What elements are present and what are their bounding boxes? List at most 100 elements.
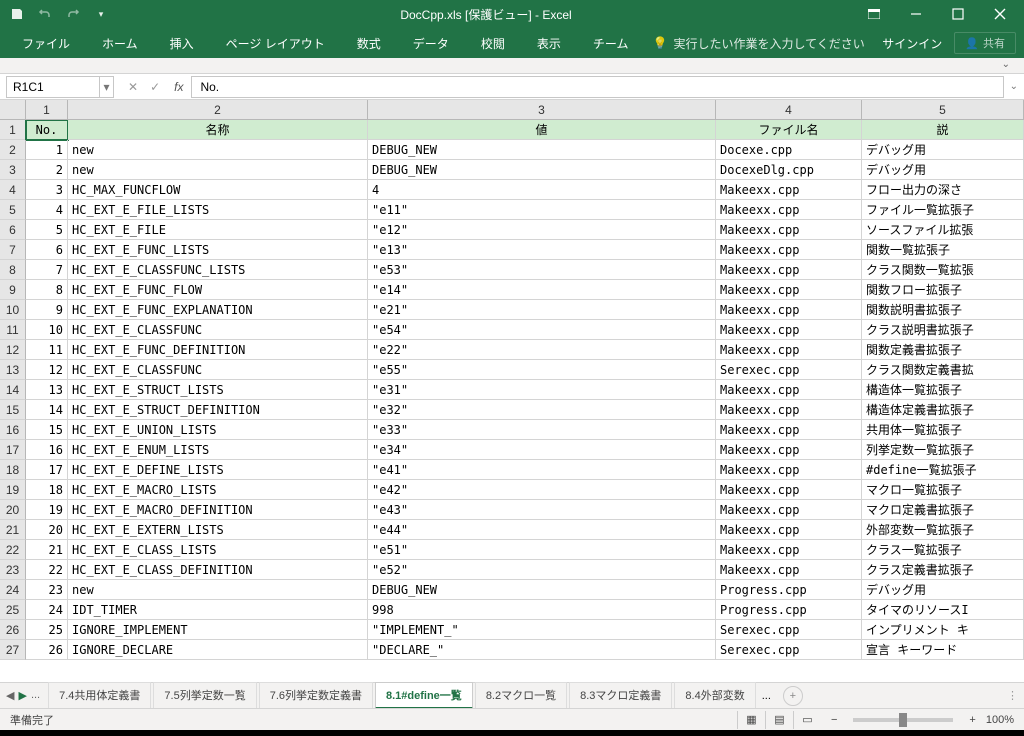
row-header[interactable]: 19 — [0, 480, 26, 500]
cell[interactable]: 16 — [26, 440, 68, 460]
cell[interactable]: Makeexx.cpp — [716, 540, 862, 560]
cell[interactable]: Makeexx.cpp — [716, 520, 862, 540]
cell[interactable]: HC_EXT_E_EXTERN_LISTS — [68, 520, 368, 540]
cell[interactable]: HC_EXT_E_CLASS_LISTS — [68, 540, 368, 560]
cell[interactable]: HC_EXT_E_FILE_LISTS — [68, 200, 368, 220]
cell[interactable]: "e44" — [368, 520, 716, 540]
tab-review[interactable]: 校閲 — [467, 29, 519, 58]
cell[interactable]: IGNORE_DECLARE — [68, 640, 368, 660]
tab-home[interactable]: ホーム — [88, 29, 152, 58]
cell[interactable]: Makeexx.cpp — [716, 400, 862, 420]
row-header[interactable]: 22 — [0, 540, 26, 560]
cell[interactable]: フロー出力の深さ — [862, 180, 1024, 200]
cell[interactable]: 13 — [26, 380, 68, 400]
row-header[interactable]: 2 — [0, 140, 26, 160]
cell[interactable]: 20 — [26, 520, 68, 540]
tab-insert[interactable]: 挿入 — [156, 29, 208, 58]
cell[interactable]: HC_EXT_E_CLASSFUNC_LISTS — [68, 260, 368, 280]
cell[interactable]: ファイル一覧拡張子 — [862, 200, 1024, 220]
cell[interactable]: Progress.cpp — [716, 580, 862, 600]
cell[interactable]: 関数フロー拡張子 — [862, 280, 1024, 300]
cell[interactable]: 10 — [26, 320, 68, 340]
cell[interactable]: #define一覧拡張子 — [862, 460, 1024, 480]
cell[interactable]: "e13" — [368, 240, 716, 260]
cell[interactable]: 名称 — [68, 120, 368, 140]
cell[interactable]: "e22" — [368, 340, 716, 360]
formula-input[interactable]: No. — [191, 76, 1004, 98]
cell[interactable]: Progress.cpp — [716, 600, 862, 620]
cell[interactable]: マクロ定義書拡張子 — [862, 500, 1024, 520]
col-header[interactable]: 5 — [862, 100, 1024, 119]
cell[interactable]: マクロ一覧拡張子 — [862, 480, 1024, 500]
cell[interactable]: 2 — [26, 160, 68, 180]
cell[interactable]: HC_EXT_E_DEFINE_LISTS — [68, 460, 368, 480]
cell[interactable]: HC_EXT_E_FUNC_LISTS — [68, 240, 368, 260]
row-header[interactable]: 27 — [0, 640, 26, 660]
cell[interactable]: IDT_TIMER — [68, 600, 368, 620]
cell[interactable]: Makeexx.cpp — [716, 180, 862, 200]
cell[interactable]: Makeexx.cpp — [716, 240, 862, 260]
cell[interactable]: Makeexx.cpp — [716, 560, 862, 580]
cell[interactable]: Makeexx.cpp — [716, 280, 862, 300]
tab-scroll-left-icon[interactable]: ◀ — [6, 689, 14, 702]
formula-expand-icon[interactable]: ⌄ — [1010, 81, 1018, 92]
row-header[interactable]: 10 — [0, 300, 26, 320]
cell[interactable]: インプリメント キ — [862, 620, 1024, 640]
cell[interactable]: 1 — [26, 140, 68, 160]
cell[interactable]: HC_EXT_E_FILE — [68, 220, 368, 240]
row-header[interactable]: 7 — [0, 240, 26, 260]
name-box[interactable]: R1C1 — [6, 76, 100, 98]
cell[interactable]: "e34" — [368, 440, 716, 460]
ribbon-display-icon[interactable] — [854, 0, 894, 28]
sheet-tab[interactable]: 8.3マクロ定義書 — [569, 682, 672, 709]
cell[interactable]: 7 — [26, 260, 68, 280]
row-header[interactable]: 23 — [0, 560, 26, 580]
row-header[interactable]: 12 — [0, 340, 26, 360]
row-header[interactable]: 21 — [0, 520, 26, 540]
cell[interactable]: 21 — [26, 540, 68, 560]
row-header[interactable]: 25 — [0, 600, 26, 620]
cell[interactable]: Makeexx.cpp — [716, 420, 862, 440]
minimize-button[interactable] — [896, 0, 936, 28]
cell[interactable]: 25 — [26, 620, 68, 640]
fx-icon[interactable]: fx — [174, 80, 183, 94]
cell[interactable]: 構造体定義書拡張子 — [862, 400, 1024, 420]
cell[interactable]: "e42" — [368, 480, 716, 500]
cell[interactable]: Makeexx.cpp — [716, 320, 862, 340]
cell[interactable]: 4 — [26, 200, 68, 220]
cell[interactable]: デバッグ用 — [862, 160, 1024, 180]
cell[interactable]: ソースファイル拡張 — [862, 220, 1024, 240]
cell[interactable]: HC_EXT_E_MACRO_DEFINITION — [68, 500, 368, 520]
undo-icon[interactable] — [36, 5, 54, 23]
cell[interactable]: 共用体一覧拡張子 — [862, 420, 1024, 440]
cell[interactable]: HC_EXT_E_CLASS_DEFINITION — [68, 560, 368, 580]
cell[interactable]: HC_EXT_E_CLASSFUNC — [68, 360, 368, 380]
cell[interactable]: Serexec.cpp — [716, 620, 862, 640]
cell[interactable]: クラス一覧拡張子 — [862, 540, 1024, 560]
cell[interactable]: DEBUG_NEW — [368, 140, 716, 160]
share-button[interactable]: 👤 共有 — [954, 32, 1016, 54]
cell[interactable]: 説 — [862, 120, 1024, 140]
zoom-in-button[interactable]: + — [969, 714, 975, 726]
cell[interactable]: HC_EXT_E_FUNC_DEFINITION — [68, 340, 368, 360]
cell[interactable]: 998 — [368, 600, 716, 620]
cell[interactable]: Serexec.cpp — [716, 360, 862, 380]
cell[interactable]: "e32" — [368, 400, 716, 420]
qat-customize-icon[interactable]: ▾ — [92, 5, 110, 23]
cell[interactable]: 9 — [26, 300, 68, 320]
cell[interactable]: Makeexx.cpp — [716, 260, 862, 280]
sheet-tab[interactable]: 8.4外部変数 — [674, 682, 755, 709]
cell[interactable]: "e33" — [368, 420, 716, 440]
select-all-corner[interactable] — [0, 100, 26, 119]
cell[interactable]: Makeexx.cpp — [716, 480, 862, 500]
cell[interactable]: タイマのリソースI — [862, 600, 1024, 620]
cell[interactable]: "e53" — [368, 260, 716, 280]
cell[interactable]: 5 — [26, 220, 68, 240]
new-sheet-button[interactable]: + — [783, 686, 803, 706]
cell[interactable]: 15 — [26, 420, 68, 440]
sheet-tab[interactable]: 7.4共用体定義書 — [48, 682, 151, 709]
row-header[interactable]: 16 — [0, 420, 26, 440]
cell[interactable]: DEBUG_NEW — [368, 580, 716, 600]
cell[interactable]: "e12" — [368, 220, 716, 240]
row-header[interactable]: 24 — [0, 580, 26, 600]
